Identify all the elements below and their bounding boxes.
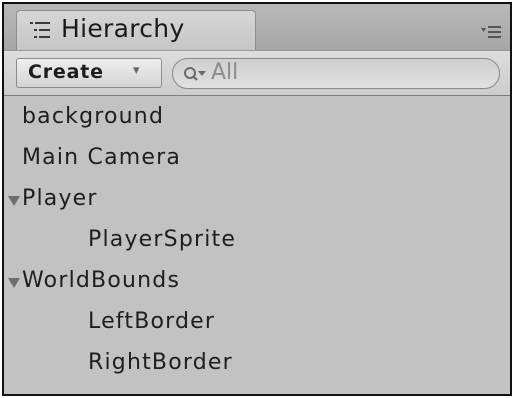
hierarchy-toolbar: Create ▾ All — [4, 50, 510, 96]
search-placeholder: All — [211, 60, 239, 85]
tree-item-label: RightBorder — [88, 350, 233, 375]
tree-item-label: WorldBounds — [22, 268, 181, 293]
tab-strip: Hierarchy — [4, 4, 510, 50]
tree-item-player[interactable]: Player — [4, 180, 510, 220]
tree-item-main-camera[interactable]: Main Camera — [4, 139, 510, 179]
tree-item-label: LeftBorder — [88, 309, 216, 334]
foldout-expanded-icon[interactable] — [7, 195, 21, 207]
tree-item-label: Player — [22, 186, 98, 211]
create-button[interactable]: Create ▾ — [16, 58, 162, 88]
tree-item-label: PlayerSprite — [88, 227, 237, 252]
tree-item-playersprite[interactable]: PlayerSprite — [4, 221, 510, 261]
panel-menu-icon[interactable] — [480, 24, 502, 40]
search-dropdown-icon[interactable] — [183, 65, 209, 83]
tree-item-worldbounds[interactable]: WorldBounds — [4, 262, 510, 302]
tree-item-label: background — [22, 104, 165, 129]
tree-item-background[interactable]: background — [4, 98, 510, 138]
panel-title: Hierarchy — [61, 14, 185, 43]
tree-item-label: Main Camera — [22, 145, 182, 170]
create-button-label: Create — [28, 61, 104, 83]
hierarchy-tree: background Main Camera Player PlayerSpri… — [4, 96, 510, 394]
hierarchy-list-icon — [30, 22, 50, 38]
hierarchy-window: Hierarchy Create ▾ All background Main C… — [2, 2, 512, 396]
tree-item-rightborder[interactable]: RightBorder — [4, 344, 510, 384]
tree-item-leftborder[interactable]: LeftBorder — [4, 303, 510, 343]
dropdown-caret-icon: ▾ — [133, 63, 140, 78]
foldout-expanded-icon[interactable] — [7, 277, 21, 289]
search-input[interactable]: All — [172, 58, 500, 89]
hierarchy-tab[interactable]: Hierarchy — [16, 10, 256, 50]
